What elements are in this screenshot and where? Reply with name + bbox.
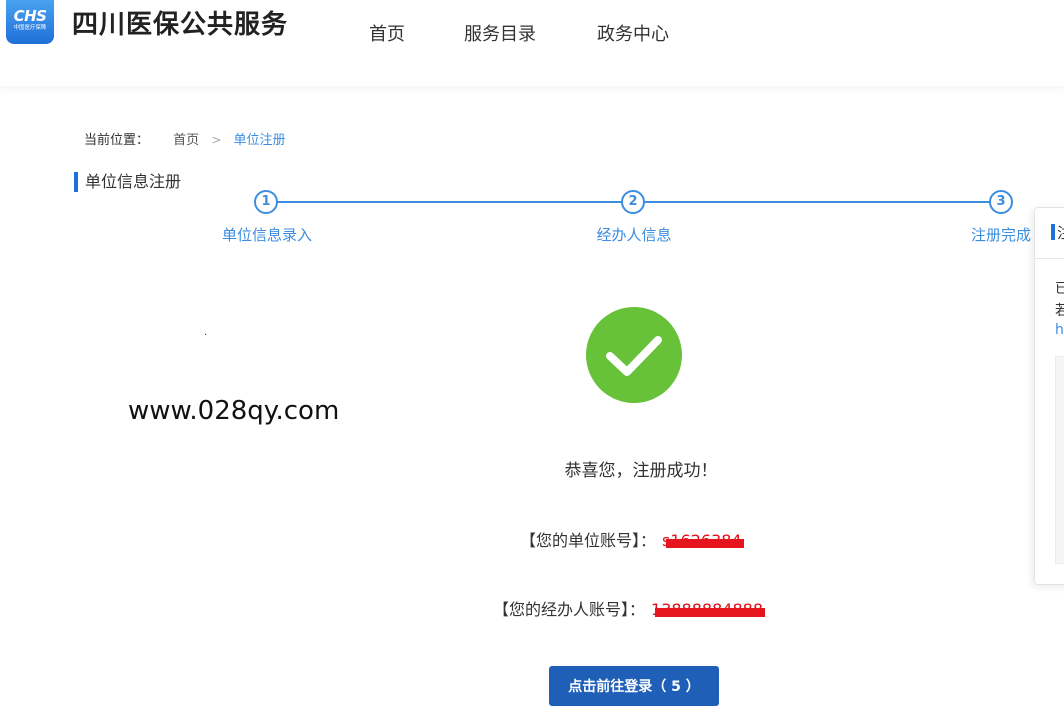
side-panel-line-2: 若	[1055, 300, 1064, 320]
side-panel-line-1: 已	[1055, 278, 1064, 298]
nav-item-government-center[interactable]: 政务中心	[597, 20, 669, 46]
logo-subtitle: 中国医疗保障	[13, 24, 47, 31]
breadcrumb-current: 单位注册	[233, 133, 286, 148]
chevron-right-icon: >	[211, 133, 222, 147]
step-3-circle: 3	[989, 190, 1013, 214]
step-3-label: 注册完成	[970, 226, 1032, 244]
nav-item-service-catalog[interactable]: 服务目录	[464, 20, 536, 46]
nav-item-home[interactable]: 首页	[369, 20, 405, 46]
step-2-label: 经办人信息	[596, 226, 672, 244]
unit-account-row: 【您的单位账号】： s1626384	[520, 527, 744, 551]
unit-account-label: 【您的单位账号】：	[520, 531, 657, 550]
side-panel-title: 注	[1057, 222, 1064, 243]
step-1-label: 单位信息录入	[221, 226, 313, 244]
logo-mark: CHS	[13, 7, 47, 25]
chs-logo[interactable]: CHS 中国医疗保障	[6, 0, 54, 44]
side-notice-panel: 注 已 若 h	[1034, 207, 1064, 585]
side-panel-divider	[1035, 258, 1064, 259]
breadcrumb-home-link[interactable]: 首页	[173, 129, 199, 148]
agent-account-row: 【您的经办人账号】： 13888884888	[493, 596, 765, 620]
step-2-circle: 2	[621, 190, 645, 214]
watermark-dot: .	[204, 327, 208, 338]
success-message: 恭喜您，注册成功！	[564, 461, 718, 481]
site-title: 四川医保公共服务	[72, 10, 289, 40]
watermark-text: www.028qy.com	[128, 396, 340, 426]
unit-account-value: s1626384	[662, 531, 744, 550]
agent-account-label: 【您的经办人账号】：	[493, 600, 646, 619]
top-header: CHS 中国医疗保障 四川医保公共服务 首页 服务目录 政务中心	[0, 0, 1064, 86]
success-check-icon	[586, 307, 682, 403]
side-panel-accent-bar	[1051, 224, 1055, 240]
breadcrumb: 当前位置： 首页 > 单位注册	[84, 129, 286, 148]
section-title: 单位信息注册	[74, 172, 181, 192]
agent-account-value: 13888884888	[651, 600, 765, 619]
go-to-login-button[interactable]: 点击前往登录（ 5 ）	[549, 666, 719, 706]
step-1-circle: 1	[254, 190, 278, 214]
side-panel-link[interactable]: h	[1055, 322, 1064, 338]
breadcrumb-label: 当前位置：	[84, 133, 150, 148]
side-panel-content-box	[1055, 356, 1064, 564]
